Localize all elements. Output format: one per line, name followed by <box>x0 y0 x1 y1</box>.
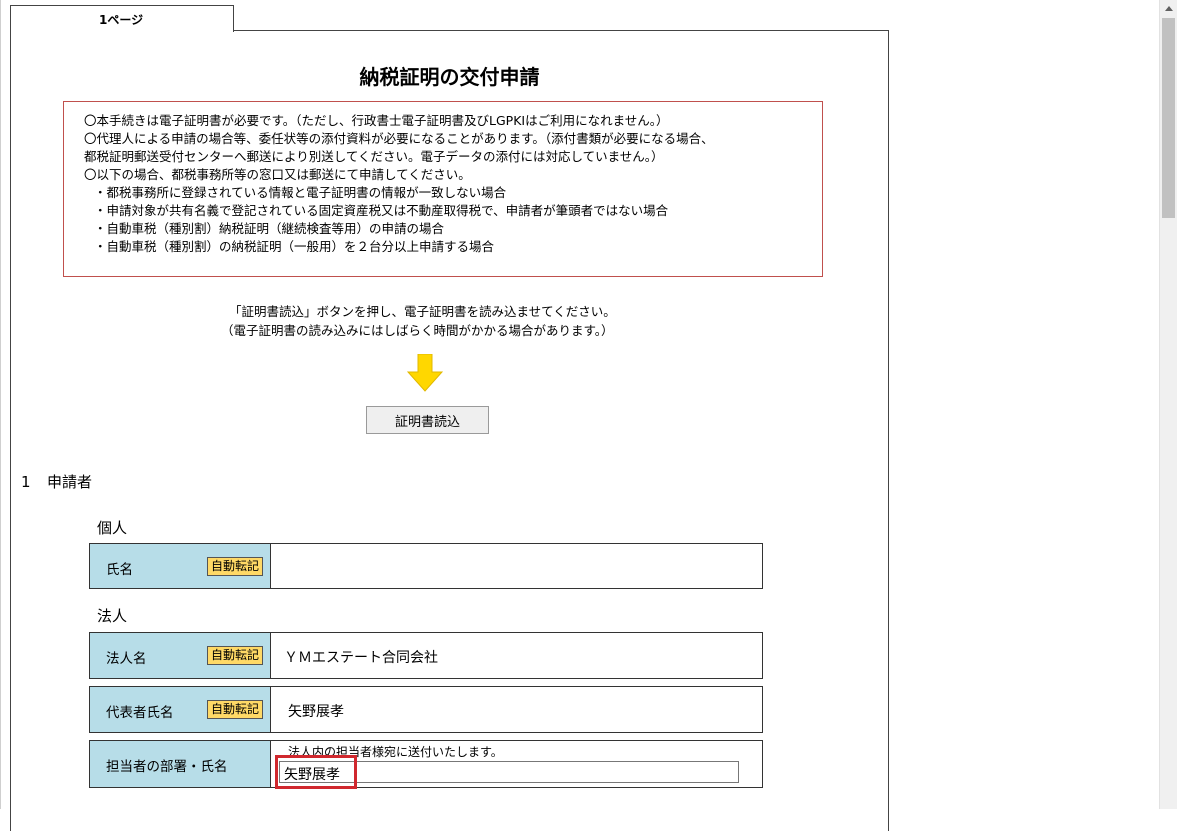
window-left-edge <box>0 0 1 809</box>
name-label: 氏名 <box>106 562 133 578</box>
form-page: 納税証明の交付申請 〇本手続きは電子証明書が必要です。（ただし、行政書士電子証明… <box>10 30 889 831</box>
corporation-name-row: 法人名 自動転記 ＹＭエステート合同会社 <box>89 632 763 679</box>
notice-line: ・都税事務所に登録されている情報と電子証明書の情報が一致しない場合 <box>94 185 507 200</box>
section-title: 申請者 <box>47 473 93 491</box>
notice-line: ・自動車税（種別割）納税証明（継続検査等用）の申請の場合 <box>94 221 445 236</box>
highlight-box <box>275 755 357 789</box>
instruction-line: （電子証明書の読み込みにはしばらく時間がかかる場合があります。） <box>221 323 614 338</box>
notice-box: 〇本手続きは電子証明書が必要です。（ただし、行政書士電子証明書及びLGPKIはご… <box>63 101 823 277</box>
auto-fill-badge: 自動転記 <box>207 646 264 665</box>
tab-page-1[interactable]: 1ページ <box>10 5 234 32</box>
section-number: 1 <box>21 473 31 491</box>
notice-line: 〇本手続きは電子証明書が必要です。（ただし、行政書士電子証明書及びLGPKIはご… <box>84 113 669 128</box>
field-label-cell: 担当者の部署・氏名 <box>90 741 271 787</box>
field-label-cell: 氏名 自動転記 <box>90 544 271 588</box>
representative-name-row: 代表者氏名 自動転記 矢野展孝 <box>89 686 763 733</box>
arrow-down-icon <box>407 354 443 392</box>
tab-label: 1ページ <box>99 13 144 27</box>
notice-line: 〇以下の場合、都税事務所等の窓口又は郵送にて申請してください。 <box>84 167 471 182</box>
section-applicant-heading: 1 申請者 <box>21 471 92 492</box>
corporation-name-label: 法人名 <box>106 651 147 667</box>
page-title: 納税証明の交付申請 <box>359 65 540 89</box>
representative-name-value: 矢野展孝 <box>288 704 344 720</box>
contact-person-label: 担当者の部署・氏名 <box>106 759 228 775</box>
corporation-subheading: 法人 <box>97 607 128 625</box>
scroll-up-icon[interactable] <box>1160 0 1177 17</box>
auto-fill-badge: 自動転記 <box>207 557 264 576</box>
field-label-cell: 法人名 自動転記 <box>90 633 271 678</box>
notice-line: 都税証明郵送受付センターへ郵送により別送してください。電子データの添付には対応し… <box>84 149 664 164</box>
read-certificate-button[interactable]: 証明書読込 <box>366 406 489 434</box>
contact-person-row: 担当者の部署・氏名 法人内の担当者様宛に送付いたします。 矢野展孝 <box>89 740 763 788</box>
scrollbar-thumb[interactable] <box>1162 18 1175 218</box>
instruction-line: 「証明書読込」ボタンを押し、電子証明書を読み込ませてください。 <box>229 304 616 319</box>
notice-line: 〇代理人による申請の場合等、委任状等の添付資料が必要になることがあります。（添付… <box>84 131 714 146</box>
notice-line: ・自動車税（種別割）の納税証明（一般用）を２台分以上申請する場合 <box>94 239 495 254</box>
field-label-cell: 代表者氏名 自動転記 <box>90 687 271 732</box>
individual-name-row: 氏名 自動転記 <box>89 543 763 589</box>
individual-subheading: 個人 <box>97 519 128 537</box>
representative-name-label: 代表者氏名 <box>106 705 174 721</box>
notice-line: ・申請対象が共有名義で登記されている固定資産税又は不動産取得税で、申請者が筆頭者… <box>94 203 669 218</box>
vertical-scrollbar[interactable] <box>1159 0 1177 809</box>
corporation-name-value: ＹＭエステート合同会社 <box>284 650 438 666</box>
auto-fill-badge: 自動転記 <box>207 700 264 719</box>
